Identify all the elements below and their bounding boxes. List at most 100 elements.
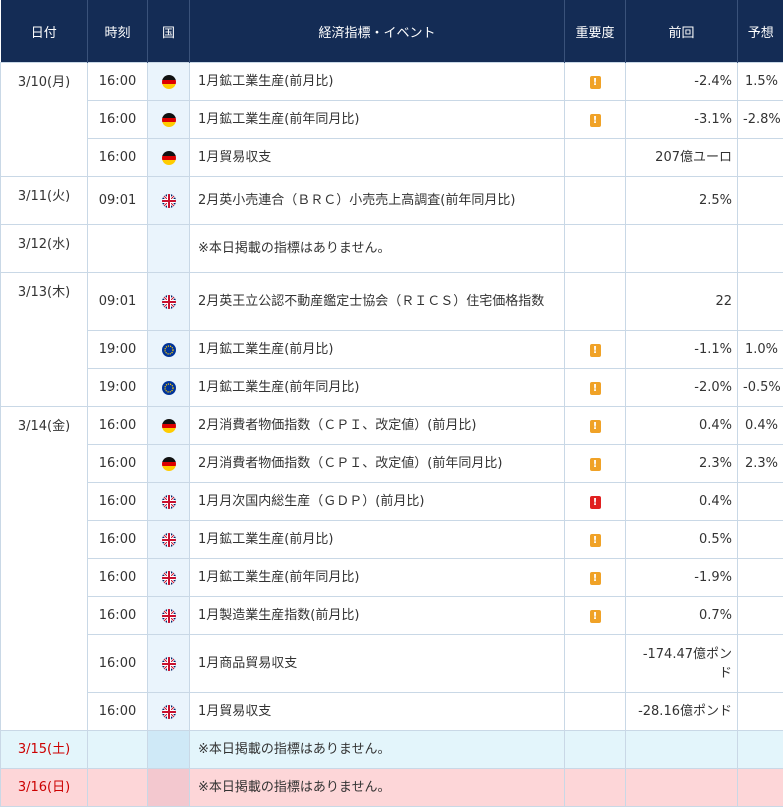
previous-cell: 22 <box>626 273 738 331</box>
previous-cell: 0.7% <box>626 597 738 635</box>
time-cell: 09:01 <box>88 177 148 225</box>
time-cell: 16:00 <box>88 445 148 483</box>
importance-cell: ! <box>565 559 626 597</box>
country-cell <box>148 597 190 635</box>
date-cell: 3/15(土) <box>1 731 88 769</box>
event-cell: 2月消費者物価指数（ＣＰＩ、改定値）(前月比) <box>190 407 565 445</box>
uk-flag-icon <box>162 194 176 208</box>
previous-cell: 2.5% <box>626 177 738 225</box>
table-row: 19:00 1月鉱工業生産(前年同月比) ! -2.0% -0.5% <box>1 369 783 407</box>
event-cell: 1月製造業生産指数(前月比) <box>190 597 565 635</box>
time-cell: 16:00 <box>88 521 148 559</box>
forecast-cell <box>738 521 783 559</box>
forecast-cell <box>738 273 783 331</box>
previous-cell: 2.3% <box>626 445 738 483</box>
forecast-cell <box>738 731 783 769</box>
date-cell: 3/14(金) <box>1 407 88 731</box>
header-importance: 重要度 <box>565 0 626 63</box>
country-cell <box>148 769 190 807</box>
time-cell: 09:01 <box>88 273 148 331</box>
event-cell: 1月商品貿易収支 <box>190 635 565 693</box>
importance-cell: ! <box>565 521 626 559</box>
previous-cell: -2.4% <box>626 63 738 101</box>
uk-flag-icon <box>162 571 176 585</box>
time-cell: 16:00 <box>88 559 148 597</box>
country-cell <box>148 101 190 139</box>
importance-medium-icon: ! <box>590 420 601 433</box>
uk-flag-icon <box>162 495 176 509</box>
time-cell: 19:00 <box>88 331 148 369</box>
time-cell <box>88 769 148 807</box>
header-forecast: 予想 <box>738 0 783 63</box>
event-cell: 2月英王立公認不動産鑑定士協会（ＲＩＣＳ）住宅価格指数 <box>190 273 565 331</box>
importance-cell: ! <box>565 101 626 139</box>
header-country: 国 <box>148 0 190 63</box>
table-row: 16:00 1月製造業生産指数(前月比) ! 0.7% <box>1 597 783 635</box>
time-cell: 16:00 <box>88 483 148 521</box>
time-cell: 16:00 <box>88 635 148 693</box>
country-cell <box>148 273 190 331</box>
event-cell: 1月鉱工業生産(前年同月比) <box>190 559 565 597</box>
germany-flag-icon <box>162 75 176 89</box>
importance-cell: ! <box>565 483 626 521</box>
date-cell: 3/13(木) <box>1 273 88 407</box>
time-cell: 16:00 <box>88 693 148 731</box>
time-cell: 16:00 <box>88 407 148 445</box>
previous-cell: -1.1% <box>626 331 738 369</box>
event-cell: 1月鉱工業生産(前月比) <box>190 331 565 369</box>
forecast-cell <box>738 225 783 273</box>
previous-cell: -174.47億ポンド <box>626 635 738 693</box>
country-cell <box>148 693 190 731</box>
header-time: 時刻 <box>88 0 148 63</box>
previous-cell <box>626 731 738 769</box>
event-cell: 1月鉱工業生産(前月比) <box>190 63 565 101</box>
event-cell: 1月月次国内総生産（ＧＤＰ）(前月比) <box>190 483 565 521</box>
importance-medium-icon: ! <box>590 76 601 89</box>
time-cell: 16:00 <box>88 139 148 177</box>
forecast-cell <box>738 483 783 521</box>
event-cell: 1月鉱工業生産(前年同月比) <box>190 369 565 407</box>
event-cell: 1月鉱工業生産(前年同月比) <box>190 101 565 139</box>
country-cell <box>148 521 190 559</box>
importance-medium-icon: ! <box>590 534 601 547</box>
table-row: 3/11(火) 09:01 2月英小売連合（ＢＲＣ）小売売上高調査(前年同月比)… <box>1 177 783 225</box>
importance-cell: ! <box>565 63 626 101</box>
country-cell <box>148 635 190 693</box>
time-cell <box>88 731 148 769</box>
economic-calendar-table: 日付 時刻 国 経済指標・イベント 重要度 前回 予想 3/10(月) 16:0… <box>0 0 783 807</box>
importance-medium-icon: ! <box>590 114 601 127</box>
previous-cell: -28.16億ポンド <box>626 693 738 731</box>
no-events-notice: ※本日掲載の指標はありません。 <box>190 731 565 769</box>
germany-flag-icon <box>162 419 176 433</box>
importance-cell <box>565 731 626 769</box>
importance-medium-icon: ! <box>590 382 601 395</box>
importance-cell <box>565 693 626 731</box>
header-previous: 前回 <box>626 0 738 63</box>
importance-medium-icon: ! <box>590 572 601 585</box>
importance-cell: ! <box>565 369 626 407</box>
previous-cell: -3.1% <box>626 101 738 139</box>
previous-cell: -2.0% <box>626 369 738 407</box>
uk-flag-icon <box>162 657 176 671</box>
previous-cell: 0.4% <box>626 407 738 445</box>
germany-flag-icon <box>162 113 176 127</box>
forecast-cell: -0.5% <box>738 369 783 407</box>
forecast-cell <box>738 635 783 693</box>
no-events-notice: ※本日掲載の指標はありません。 <box>190 225 565 273</box>
table-row: 16:00 1月商品貿易収支 -174.47億ポンド <box>1 635 783 693</box>
previous-cell <box>626 225 738 273</box>
eu-flag-icon <box>162 343 176 357</box>
importance-high-icon: ! <box>590 496 601 509</box>
table-row: 3/14(金) 16:00 2月消費者物価指数（ＣＰＩ、改定値）(前月比) ! … <box>1 407 783 445</box>
table-row: 3/13(木) 09:01 2月英王立公認不動産鑑定士協会（ＲＩＣＳ）住宅価格指… <box>1 273 783 331</box>
forecast-cell <box>738 693 783 731</box>
date-cell: 3/10(月) <box>1 63 88 177</box>
table-row: 3/16(日) ※本日掲載の指標はありません。 <box>1 769 783 807</box>
forecast-cell: -2.8% <box>738 101 783 139</box>
country-cell <box>148 369 190 407</box>
table-row: 16:00 1月鉱工業生産(前年同月比) ! -1.9% <box>1 559 783 597</box>
previous-cell: 0.5% <box>626 521 738 559</box>
forecast-cell <box>738 597 783 635</box>
table-row: 3/15(土) ※本日掲載の指標はありません。 <box>1 731 783 769</box>
forecast-cell <box>738 769 783 807</box>
